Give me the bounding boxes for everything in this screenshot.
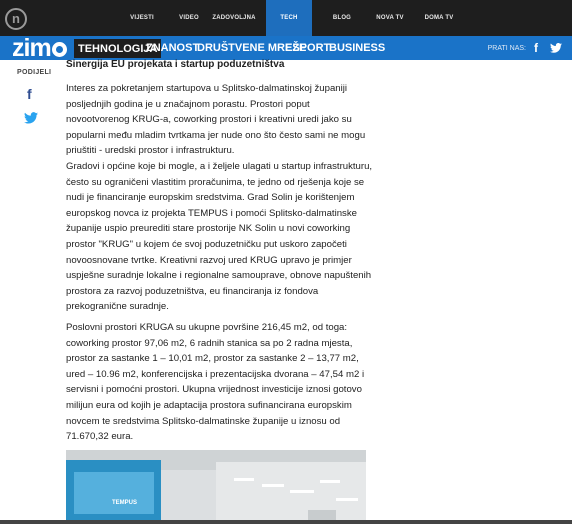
facebook-icon[interactable]: f: [534, 36, 538, 60]
brand-logo[interactable]: zim: [12, 35, 67, 61]
section-nav-znanost[interactable]: ZNANOST: [146, 36, 199, 60]
top-nav-video[interactable]: VIDEO: [174, 0, 204, 36]
article-paragraph-2: Gradovi i općine koje bi mogle, a i želj…: [66, 161, 373, 313]
article-paragraph-1: Interes za pokretanjem startupova u Spli…: [66, 83, 366, 157]
top-nav-tech[interactable]: TECH: [266, 0, 312, 36]
share-label: PODIJELI: [17, 69, 52, 76]
share-twitter-icon[interactable]: [24, 111, 38, 124]
top-nav-blog[interactable]: BLOG: [326, 0, 358, 36]
article-photo: TEMPUS: [66, 450, 366, 524]
follow-label: PRATI NAS:: [487, 44, 526, 52]
brand-text: zim: [12, 34, 52, 62]
section-nav-esport[interactable]: ESPORT: [285, 36, 330, 60]
section-nav-business[interactable]: BUSINESS: [329, 36, 385, 60]
brand-o-icon: [51, 42, 67, 57]
article-subheading: Sinergija EU projekata i startup poduzet…: [66, 59, 285, 70]
top-nav-zadovoljna[interactable]: ZADOVOLJNA: [210, 0, 258, 36]
top-nav-nova-tv[interactable]: NOVA TV: [368, 0, 412, 36]
network-logo-icon[interactable]: n: [5, 8, 27, 30]
top-nav-vijesti[interactable]: VIJESTI: [124, 0, 160, 36]
twitter-icon[interactable]: [550, 36, 562, 60]
article-paragraph-3: Poslovni prostori KRUGA su ukupne površi…: [66, 322, 365, 443]
share-facebook-icon[interactable]: f: [27, 86, 32, 102]
photo-banner-text: TEMPUS: [112, 500, 138, 506]
top-nav-doma-tv[interactable]: DOMA TV: [418, 0, 460, 36]
bottom-rule: [0, 520, 572, 524]
